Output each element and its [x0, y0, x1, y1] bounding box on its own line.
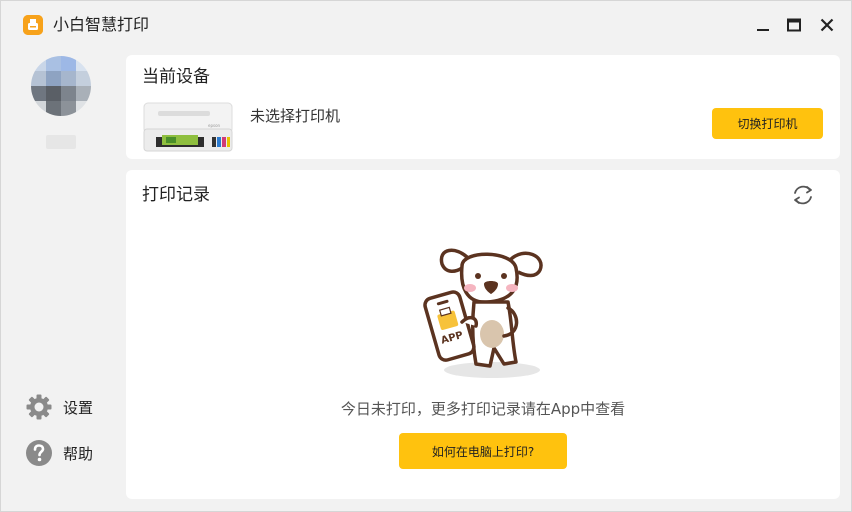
sidebar-item-label: 帮助 — [63, 444, 94, 463]
sidebar-item-label: 设置 — [63, 398, 94, 417]
app-window: 小白智慧打印 设置 帮助 当前设备 epson 未选择打印机 切换打印机 打印记… — [0, 0, 852, 512]
sidebar-item-settings[interactable]: 设置 — [25, 392, 93, 422]
maximize-icon[interactable] — [782, 13, 806, 37]
sidebar: 设置 帮助 — [1, 49, 125, 511]
minimize-icon[interactable] — [751, 13, 775, 37]
switch-printer-button[interactable]: 切换打印机 — [712, 108, 823, 139]
how-to-print-button[interactable]: 如何在电脑上打印? — [399, 433, 567, 469]
app-title: 小白智慧打印 — [53, 15, 150, 34]
question-icon — [25, 439, 53, 467]
printer-status: 未选择打印机 — [250, 107, 341, 125]
printer-brand: epson — [208, 123, 221, 128]
print-records-card: 打印记录 APP 今日未打印，更多打印记录请在App中查看 如何在电脑上打印? — [126, 170, 840, 499]
refresh-icon[interactable] — [790, 182, 816, 208]
sidebar-item-help[interactable]: 帮助 — [25, 438, 93, 468]
app-logo-icon — [23, 15, 43, 35]
printer-image: epson — [142, 99, 234, 155]
print-records-title: 打印记录 — [142, 185, 210, 205]
close-icon[interactable] — [815, 13, 839, 37]
empty-state-dog-illustration: APP — [416, 238, 556, 384]
current-device-title: 当前设备 — [142, 67, 210, 87]
current-device-card: 当前设备 epson 未选择打印机 切换打印机 — [126, 55, 840, 159]
empty-state-message: 今日未打印，更多打印记录请在App中查看 — [340, 400, 626, 418]
title-bar: 小白智慧打印 — [1, 1, 851, 49]
gear-icon — [25, 393, 53, 421]
avatar[interactable] — [31, 56, 91, 116]
username-placeholder — [46, 135, 76, 149]
